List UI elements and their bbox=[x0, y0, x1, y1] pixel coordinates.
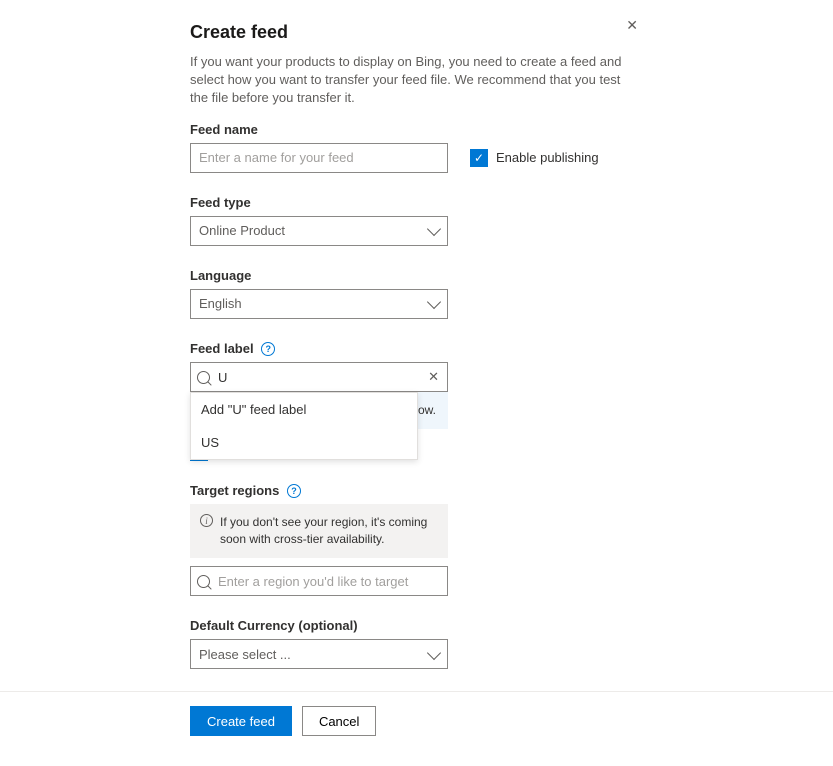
language-label: Language bbox=[190, 268, 833, 283]
create-feed-dialog: ✕ Create feed If you want your products … bbox=[0, 0, 833, 766]
cancel-button[interactable]: Cancel bbox=[302, 706, 376, 736]
dropdown-item-us[interactable]: US bbox=[191, 426, 417, 459]
feed-label-dropdown: Add "U" feed label US bbox=[190, 392, 418, 460]
feed-label-searchbox[interactable]: ✕ bbox=[190, 362, 448, 392]
divider bbox=[0, 691, 833, 692]
default-currency-select[interactable]: Please select ... bbox=[190, 639, 448, 669]
language-value: English bbox=[199, 296, 242, 311]
dialog-title: Create feed bbox=[190, 22, 833, 43]
feed-type-select[interactable]: Online Product bbox=[190, 216, 448, 246]
target-regions-section: Target regions ? i If you don't see your… bbox=[190, 483, 833, 596]
enable-publishing-checkbox[interactable]: ✓ Enable publishing bbox=[470, 149, 599, 167]
target-regions-searchbox[interactable] bbox=[190, 566, 448, 596]
clear-icon[interactable]: ✕ bbox=[426, 369, 441, 385]
target-regions-label: Target regions ? bbox=[190, 483, 833, 499]
chevron-down-icon bbox=[427, 295, 441, 309]
default-currency-label: Default Currency (optional) bbox=[190, 618, 833, 633]
dialog-intro: If you want your products to display on … bbox=[190, 53, 630, 108]
target-regions-infobox: i If you don't see your region, it's com… bbox=[190, 504, 448, 558]
target-regions-input[interactable] bbox=[216, 573, 441, 590]
feed-type-section: Feed type Online Product bbox=[190, 195, 833, 246]
feed-name-input[interactable] bbox=[190, 143, 448, 173]
search-icon bbox=[197, 371, 210, 384]
language-section: Language English bbox=[190, 268, 833, 319]
chevron-down-icon bbox=[427, 222, 441, 236]
dialog-actions: Create feed Cancel bbox=[190, 706, 833, 736]
close-icon[interactable]: ✕ bbox=[626, 18, 638, 32]
check-icon: ✓ bbox=[470, 149, 488, 167]
language-select[interactable]: English bbox=[190, 289, 448, 319]
info-icon: i bbox=[200, 514, 213, 527]
search-icon bbox=[197, 575, 210, 588]
create-feed-button[interactable]: Create feed bbox=[190, 706, 292, 736]
feed-name-label: Feed name bbox=[190, 122, 833, 137]
feed-label-input[interactable] bbox=[216, 369, 420, 386]
feed-label-section: Feed label ? ✕ Add "U" feed label US e. … bbox=[190, 341, 833, 461]
help-icon[interactable]: ? bbox=[287, 484, 301, 498]
default-currency-section: Default Currency (optional) Please selec… bbox=[190, 618, 833, 669]
help-icon[interactable]: ? bbox=[261, 342, 275, 356]
feed-label-label: Feed label ? bbox=[190, 341, 833, 357]
enable-publishing-label: Enable publishing bbox=[496, 150, 599, 165]
dropdown-item-add[interactable]: Add "U" feed label bbox=[191, 393, 417, 426]
feed-type-value: Online Product bbox=[199, 223, 285, 238]
feed-type-label: Feed type bbox=[190, 195, 833, 210]
feed-name-section: Feed name ✓ Enable publishing bbox=[190, 122, 833, 173]
chevron-down-icon bbox=[427, 646, 441, 660]
